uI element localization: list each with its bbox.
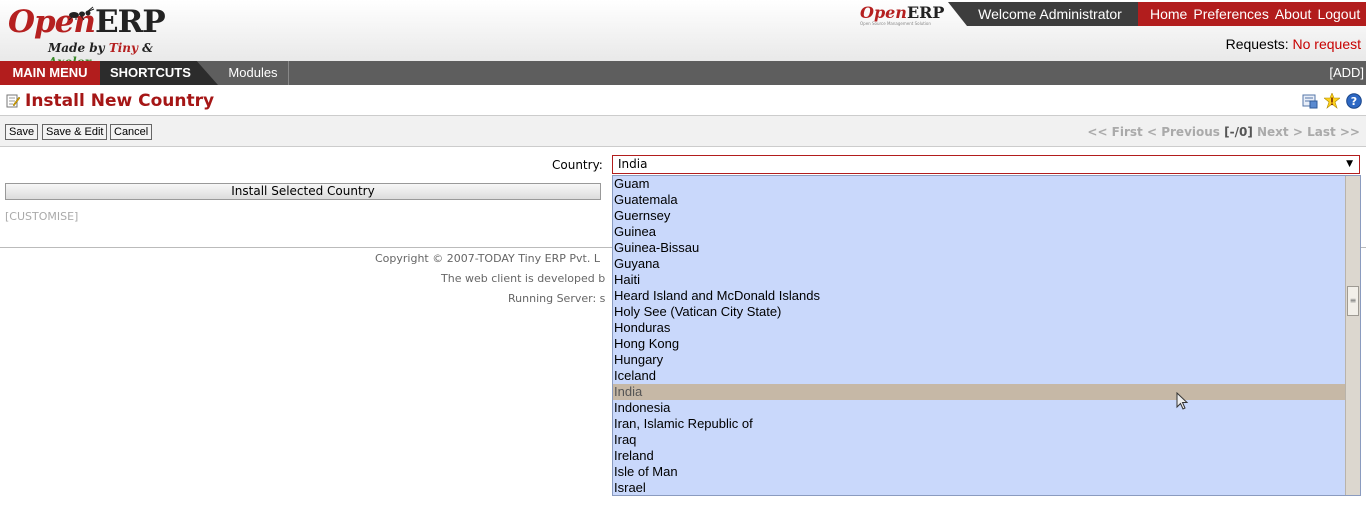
- dropdown-option[interactable]: India: [613, 384, 1346, 400]
- save-edit-button[interactable]: Save & Edit: [42, 124, 108, 140]
- dropdown-option[interactable]: Holy See (Vatican City State): [613, 304, 1346, 320]
- form-toolbar: Save Save & Edit Cancel << First < Previ…: [0, 116, 1366, 147]
- install-selected-country-button[interactable]: Install Selected Country: [5, 183, 601, 200]
- logout-link[interactable]: Logout: [1317, 6, 1360, 22]
- pager-first[interactable]: << First: [1087, 125, 1142, 139]
- dropdown-option[interactable]: Heard Island and McDonald Islands: [613, 288, 1346, 304]
- title-bar: Install New Country ?: [0, 86, 1366, 116]
- dropdown-arrow-icon: ▼: [1346, 159, 1353, 169]
- pager-next[interactable]: Next >: [1257, 125, 1303, 139]
- footer-developed: The web client is developed b: [441, 272, 606, 285]
- edit-form-icon: [6, 94, 20, 108]
- warning-icon[interactable]: [1324, 93, 1340, 109]
- footer-copyright: Copyright © 2007-TODAY Tiny ERP Pvt. L: [375, 252, 600, 265]
- footer-server: Running Server: s: [508, 292, 606, 305]
- help-icon[interactable]: ?: [1346, 93, 1362, 109]
- pager-previous[interactable]: < Previous: [1147, 125, 1220, 139]
- dropdown-option[interactable]: Iran, Islamic Republic of: [613, 416, 1346, 432]
- welcome-message: Welcome Administrator: [948, 2, 1138, 26]
- requests-link[interactable]: No request: [1293, 36, 1361, 52]
- view-list-icon[interactable]: [1302, 93, 1318, 109]
- save-button[interactable]: Save: [5, 124, 39, 140]
- cancel-button[interactable]: Cancel: [110, 124, 153, 140]
- svg-text:?: ?: [1351, 95, 1357, 108]
- dropdown-option[interactable]: Guam: [613, 176, 1346, 192]
- country-select-value: India: [618, 157, 648, 171]
- dropdown-option[interactable]: Iceland: [613, 368, 1346, 384]
- country-label: Country:: [552, 158, 603, 172]
- pager-last[interactable]: Last >>: [1307, 125, 1360, 139]
- dropdown-options: Guam Guatemala Guernsey Guinea Guinea-Bissau…: [613, 176, 1360, 495]
- ant-icon: [68, 6, 95, 20]
- country-select[interactable]: India ▼: [612, 155, 1360, 174]
- dropdown-option[interactable]: Indonesia: [613, 400, 1346, 416]
- home-link[interactable]: Home: [1150, 6, 1187, 22]
- dropdown-scrollbar[interactable]: ≡: [1345, 176, 1360, 495]
- dropdown-option[interactable]: Guatemala: [613, 192, 1346, 208]
- customise-link[interactable]: [CUSTOMISE]: [5, 210, 78, 223]
- preferences-link[interactable]: Preferences: [1193, 6, 1268, 22]
- dropdown-option[interactable]: Ireland: [613, 448, 1346, 464]
- dropdown-option[interactable]: Guernsey: [613, 208, 1346, 224]
- shortcuts-tab[interactable]: SHORTCUTS: [100, 61, 218, 85]
- pager: << First < Previous [-/0] Next > Last >>: [1087, 125, 1360, 139]
- dropdown-option[interactable]: Isle of Man: [613, 464, 1346, 480]
- dropdown-option[interactable]: Honduras: [613, 320, 1346, 336]
- about-link[interactable]: About: [1275, 6, 1312, 22]
- menu-bar: MAIN MENU SHORTCUTS Modules [ADD]: [0, 61, 1366, 85]
- openerp-small-logo: OpenERP Open Source Management Solution: [860, 3, 945, 26]
- top-links: Home Preferences About Logout: [1138, 2, 1366, 26]
- dropdown-option[interactable]: Haiti: [613, 272, 1346, 288]
- country-dropdown-list[interactable]: Guam Guatemala Guernsey Guinea Guinea-Bissau…: [612, 175, 1361, 496]
- pager-count: [-/0]: [1224, 125, 1253, 139]
- mouse-cursor-icon: [1176, 392, 1189, 410]
- requests-status: Requests: No request: [1225, 36, 1361, 52]
- header: OpenERP Made by Tiny & Axelor OpenERP Op…: [0, 0, 1366, 69]
- dropdown-option[interactable]: Hungary: [613, 352, 1346, 368]
- add-shortcut-link[interactable]: [ADD]: [1329, 61, 1364, 85]
- dropdown-option[interactable]: Iraq: [613, 432, 1346, 448]
- page-title: Install New Country: [25, 91, 215, 111]
- dropdown-option[interactable]: Guyana: [613, 256, 1346, 272]
- main-menu-button[interactable]: MAIN MENU: [0, 61, 100, 85]
- scrollbar-thumb[interactable]: ≡: [1347, 286, 1359, 316]
- dropdown-option[interactable]: Israel: [613, 480, 1346, 495]
- dropdown-option[interactable]: Guinea-Bissau: [613, 240, 1346, 256]
- openerp-logo[interactable]: OpenERP Made by Tiny & Axelor: [8, 4, 193, 69]
- dropdown-option[interactable]: Hong Kong: [613, 336, 1346, 352]
- shortcut-modules[interactable]: Modules: [218, 61, 289, 85]
- dropdown-option[interactable]: Guinea: [613, 224, 1346, 240]
